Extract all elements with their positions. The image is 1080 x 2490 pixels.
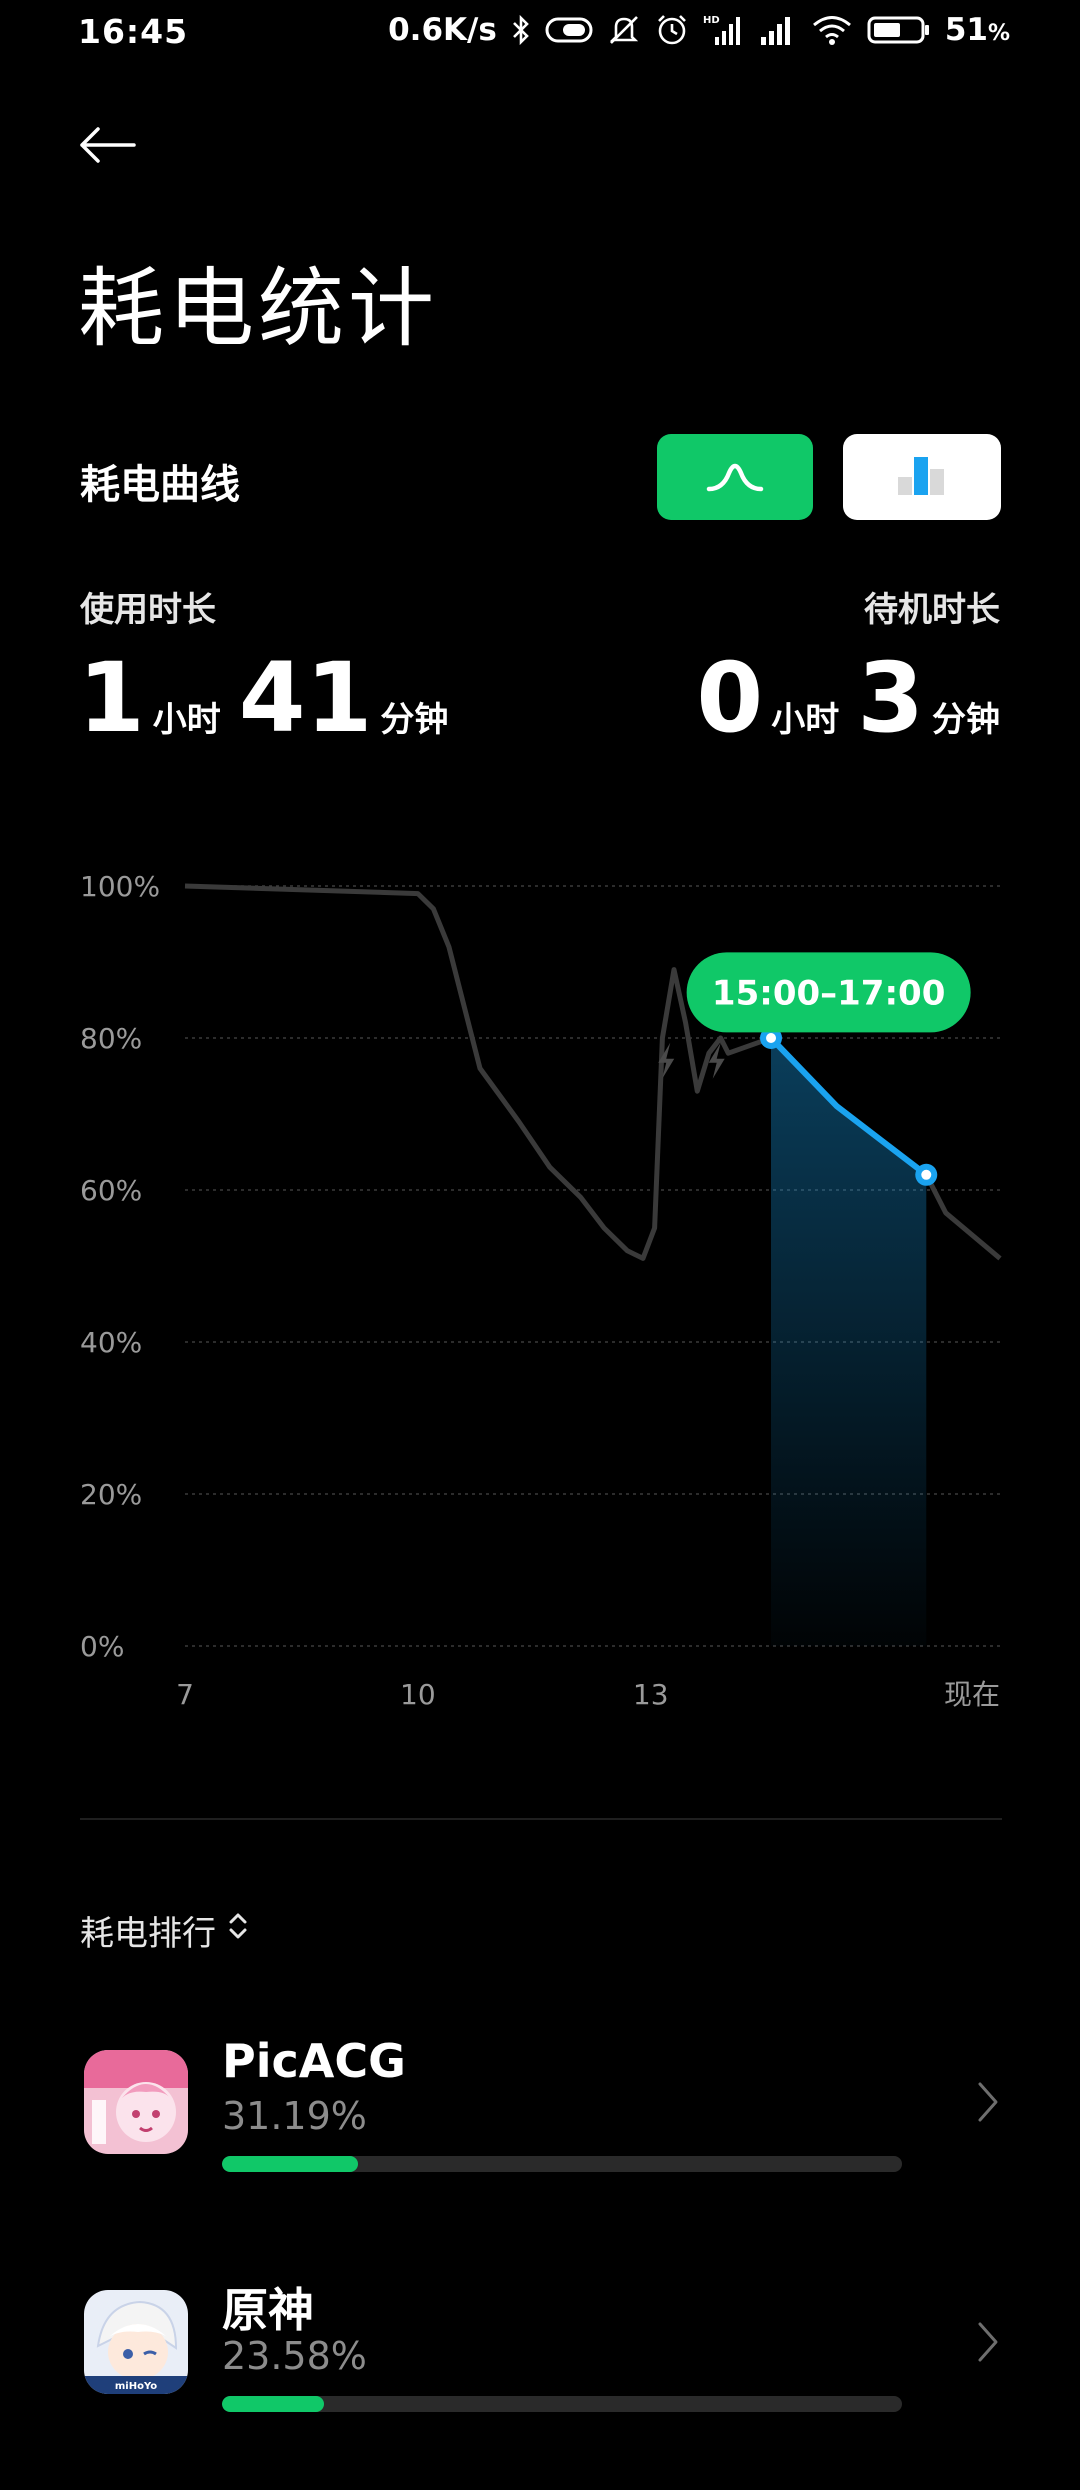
y-tick-label: 0% xyxy=(80,1630,124,1663)
bar-view-toggle[interactable] xyxy=(843,434,1001,520)
page-title: 耗电统计 xyxy=(78,259,438,359)
battery-curve-chart[interactable]: 100% 80% 60% 40% 20% 0% 7 10 13 现在 15:00–17:00 xyxy=(0,840,1080,1720)
ranking-header-label: 耗电排行 xyxy=(80,1914,216,1954)
app-usage-bar-fill xyxy=(222,2156,358,2172)
use-minutes: 41 xyxy=(238,642,373,754)
app-name: 原神 xyxy=(222,2283,314,2337)
app-percent: 23.58% xyxy=(222,2334,367,2378)
highlight-point-center xyxy=(921,1169,932,1180)
standby-duration-value: 0 小时 3 分钟 xyxy=(696,650,1000,746)
hd-signal-icon: HD xyxy=(703,13,743,47)
chevron-right-icon xyxy=(976,2320,1000,2368)
app-usage-bar xyxy=(222,2396,902,2412)
chart-section-label: 耗电曲线 xyxy=(80,462,240,508)
sort-updown-icon xyxy=(226,1908,250,1953)
y-tick-label: 60% xyxy=(80,1174,142,1207)
bluetooth-icon xyxy=(511,14,531,46)
status-time: 16:45 xyxy=(78,12,189,51)
y-tick-label: 40% xyxy=(80,1326,142,1359)
signal-icon xyxy=(757,13,797,47)
time-range-label: 15:00–17:00 xyxy=(712,973,945,1013)
app-row-picacg[interactable]: PicACG 31.19% xyxy=(0,2034,1080,2250)
minute-unit: 分钟 xyxy=(932,700,1000,740)
use-duration-label: 使用时长 xyxy=(80,590,216,630)
status-icons: 0.6K/s HD 51% xyxy=(388,12,1010,48)
app-name: PicACG xyxy=(222,2034,406,2088)
hour-unit: 小时 xyxy=(152,700,221,740)
curve-icon xyxy=(705,457,765,497)
section-divider xyxy=(80,1818,1002,1820)
highlight-point-center xyxy=(766,1033,777,1043)
app-usage-bar-fill xyxy=(222,2396,324,2412)
network-speed: 0.6K/s xyxy=(388,12,497,48)
genshin-app-icon: miHoYo xyxy=(84,2290,188,2394)
minute-unit: 分钟 xyxy=(380,700,449,740)
standby-minutes: 3 xyxy=(857,642,924,754)
battery-icon xyxy=(867,14,931,46)
x-tick-label: 13 xyxy=(633,1678,669,1711)
y-tick-label: 100% xyxy=(80,870,160,903)
x-tick-label: 现在 xyxy=(944,1678,1000,1711)
y-tick-label: 20% xyxy=(80,1478,142,1511)
x-tick-label: 10 xyxy=(400,1678,436,1711)
status-bar: 16:45 0.6K/s HD 51% xyxy=(0,0,1080,66)
use-hours: 1 xyxy=(78,642,145,754)
app-percent: 31.19% xyxy=(222,2094,367,2138)
use-duration-value: 1 小时 41 分钟 xyxy=(78,650,466,746)
chevron-right-icon xyxy=(976,2080,1000,2128)
battery-percent: 51% xyxy=(944,12,1010,48)
x-tick-label: 7 xyxy=(176,1678,194,1711)
alarm-icon xyxy=(655,13,689,47)
standby-duration-label: 待机时长 xyxy=(864,590,1000,630)
back-arrow-icon xyxy=(78,125,138,169)
y-tick-label: 80% xyxy=(80,1022,142,1055)
highlight-area xyxy=(771,1038,927,1646)
back-button[interactable] xyxy=(78,112,154,182)
battery-saver-icon xyxy=(545,15,593,45)
bar-chart-icon xyxy=(892,453,952,501)
ranking-sort-toggle[interactable]: 耗电排行 xyxy=(80,1906,250,1955)
mute-icon xyxy=(607,13,641,47)
app-row-genshin[interactable]: miHoYo 原神 23.58% xyxy=(0,2283,1080,2490)
hour-unit: 小时 xyxy=(771,700,840,740)
wifi-icon xyxy=(811,13,853,47)
svg-text:HD: HD xyxy=(703,15,720,26)
curve-view-toggle[interactable] xyxy=(657,434,813,520)
standby-hours: 0 xyxy=(696,642,764,754)
picacg-app-icon xyxy=(84,2050,188,2154)
app-usage-bar xyxy=(222,2156,902,2172)
genshin-icon-text: miHoYo xyxy=(115,2381,157,2392)
